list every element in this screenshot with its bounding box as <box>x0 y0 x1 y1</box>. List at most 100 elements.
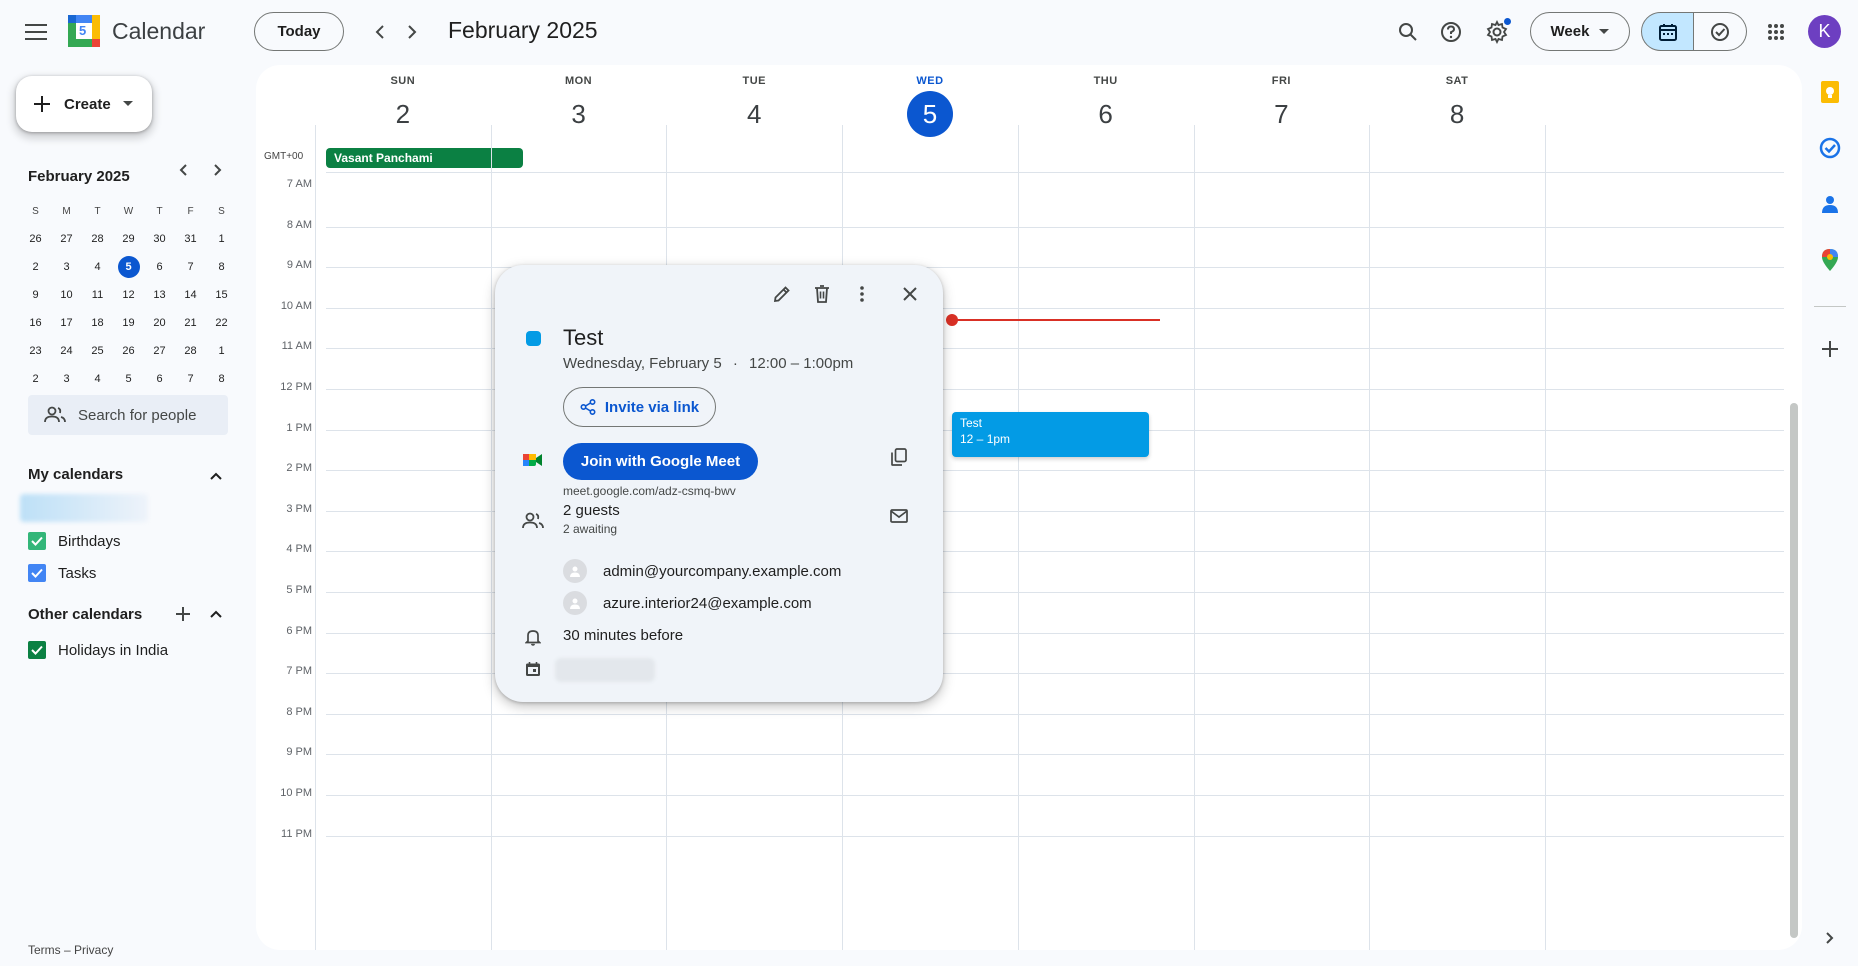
checkbox-checked-icon[interactable] <box>28 641 46 659</box>
view-switcher-dropdown[interactable]: Week <box>1530 12 1630 51</box>
checkbox-checked-icon[interactable] <box>28 564 46 582</box>
mini-calendar-day[interactable]: 5 <box>113 253 144 281</box>
mini-calendar-day[interactable]: 6 <box>144 253 175 281</box>
get-add-ons-plus-icon[interactable] <box>1818 337 1842 361</box>
mini-calendar-day[interactable]: 11 <box>82 281 113 309</box>
mini-calendar-day[interactable]: 3 <box>51 365 82 393</box>
day-date[interactable]: 8 <box>1353 91 1561 137</box>
mini-calendar-day[interactable]: 27 <box>144 337 175 365</box>
calendar-item-holidays-in-india[interactable]: Holidays in India <box>28 641 168 659</box>
mini-calendar-day[interactable]: 31 <box>175 225 206 253</box>
mini-calendar-day[interactable]: 21 <box>175 309 206 337</box>
mini-calendar-day[interactable]: 13 <box>144 281 175 309</box>
delete-trash-icon[interactable] <box>804 276 840 312</box>
mini-prev-month-icon[interactable] <box>169 156 197 184</box>
guest-item[interactable]: admin@yourcompany.example.com <box>563 559 841 583</box>
mini-calendar-day[interactable]: 7 <box>175 253 206 281</box>
mini-calendar-day[interactable]: 15 <box>206 281 237 309</box>
mini-calendar-day[interactable]: 8 <box>206 253 237 281</box>
add-other-calendar-icon[interactable] <box>167 598 199 630</box>
keep-icon[interactable] <box>1818 80 1842 104</box>
day-column-divider <box>1017 125 1019 950</box>
email-guests-icon[interactable] <box>881 498 917 534</box>
join-google-meet-button[interactable]: Join with Google Meet <box>563 443 758 480</box>
vertical-scrollbar[interactable] <box>1790 403 1798 938</box>
mini-calendar-day[interactable]: 3 <box>51 253 82 281</box>
mini-calendar-day[interactable]: 9 <box>20 281 51 309</box>
day-header[interactable]: SAT 8 <box>1353 75 1561 137</box>
all-day-event[interactable]: Vasant Panchami <box>326 148 523 168</box>
settings-notification-dot <box>1504 18 1511 25</box>
mini-calendar-day[interactable]: 26 <box>113 337 144 365</box>
expand-side-panel-icon[interactable] <box>1818 926 1842 950</box>
mini-calendar-day[interactable]: 10 <box>51 281 82 309</box>
mini-calendar-day[interactable]: 2 <box>20 253 51 281</box>
help-icon[interactable] <box>1431 12 1471 52</box>
hour-label: 5 PM <box>286 584 312 596</box>
invite-via-link-button[interactable]: Invite via link <box>563 387 716 427</box>
mini-next-month-icon[interactable] <box>204 156 232 184</box>
mini-calendar-day[interactable]: 22 <box>206 309 237 337</box>
close-icon[interactable] <box>892 276 928 312</box>
bell-icon <box>521 625 545 649</box>
app-name[interactable]: Calendar <box>112 18 205 45</box>
mini-calendar-day[interactable]: 26 <box>20 225 51 253</box>
account-avatar[interactable]: K <box>1808 15 1841 48</box>
mini-calendar-day[interactable]: 1 <box>206 337 237 365</box>
mini-calendar-day[interactable]: 5 <box>113 365 144 393</box>
more-options-icon[interactable] <box>844 276 880 312</box>
other-calendars-title[interactable]: Other calendars <box>28 606 142 623</box>
mini-calendar-day[interactable]: 27 <box>51 225 82 253</box>
mini-calendar-day[interactable]: 1 <box>206 225 237 253</box>
edit-pencil-icon[interactable] <box>764 276 800 312</box>
meet-link[interactable]: meet.google.com/adz-csmq-bwv <box>563 484 736 498</box>
create-button[interactable]: Create <box>16 76 152 132</box>
mini-calendar-day[interactable]: 20 <box>144 309 175 337</box>
calendar-item-birthdays[interactable]: Birthdays <box>28 532 121 550</box>
mini-calendar-day[interactable]: 19 <box>113 309 144 337</box>
copy-icon[interactable] <box>881 439 917 475</box>
settings-gear-icon[interactable] <box>1477 12 1517 52</box>
mini-calendar-day[interactable]: 25 <box>82 337 113 365</box>
search-for-people-input[interactable]: Search for people <box>28 395 228 435</box>
my-calendars-title[interactable]: My calendars <box>28 466 123 483</box>
main-menu-icon[interactable] <box>16 12 56 52</box>
mini-calendar-day[interactable]: 28 <box>82 225 113 253</box>
collapse-other-calendars-icon[interactable] <box>200 598 232 630</box>
mini-calendar-day[interactable]: 6 <box>144 365 175 393</box>
calendar-item-tasks[interactable]: Tasks <box>28 564 96 582</box>
apps-grid-icon[interactable] <box>1756 12 1796 52</box>
mini-calendar-day[interactable]: 29 <box>113 225 144 253</box>
mini-calendar-title: February 2025 <box>28 168 130 185</box>
guest-item[interactable]: azure.interior24@example.com <box>563 591 812 615</box>
mini-calendar-day[interactable]: 23 <box>20 337 51 365</box>
tasks-view-toggle[interactable] <box>1694 12 1747 51</box>
calendar-view-toggle[interactable] <box>1641 12 1694 51</box>
mini-calendar-day[interactable]: 14 <box>175 281 206 309</box>
hour-gridline <box>326 795 1784 796</box>
mini-calendar-day[interactable]: 17 <box>51 309 82 337</box>
tasks-icon[interactable] <box>1818 136 1842 160</box>
calendar-item-label: Birthdays <box>58 532 121 550</box>
mini-calendar-day[interactable]: 2 <box>20 365 51 393</box>
checkbox-checked-icon[interactable] <box>28 532 46 550</box>
terms-privacy-links[interactable]: Terms – Privacy <box>28 943 113 957</box>
mini-calendar-day[interactable]: 4 <box>82 253 113 281</box>
mini-calendar-day[interactable]: 8 <box>206 365 237 393</box>
mini-calendar-day[interactable]: 28 <box>175 337 206 365</box>
mini-calendar-day[interactable]: 18 <box>82 309 113 337</box>
collapse-my-calendars-icon[interactable] <box>200 460 232 492</box>
mini-calendar-day[interactable]: 30 <box>144 225 175 253</box>
mini-calendar-day[interactable]: 4 <box>82 365 113 393</box>
mini-calendar-day[interactable]: 16 <box>20 309 51 337</box>
search-icon[interactable] <box>1388 12 1428 52</box>
mini-calendar-day[interactable]: 24 <box>51 337 82 365</box>
mini-calendar-day[interactable]: 7 <box>175 365 206 393</box>
today-button[interactable]: Today <box>254 12 344 51</box>
next-week-icon[interactable] <box>392 12 432 52</box>
maps-icon[interactable] <box>1818 248 1842 272</box>
calendar-event[interactable]: Test 12 – 1pm <box>952 412 1149 457</box>
contacts-icon[interactable] <box>1818 192 1842 216</box>
redacted-calendar-item[interactable] <box>20 494 148 522</box>
mini-calendar-day[interactable]: 12 <box>113 281 144 309</box>
